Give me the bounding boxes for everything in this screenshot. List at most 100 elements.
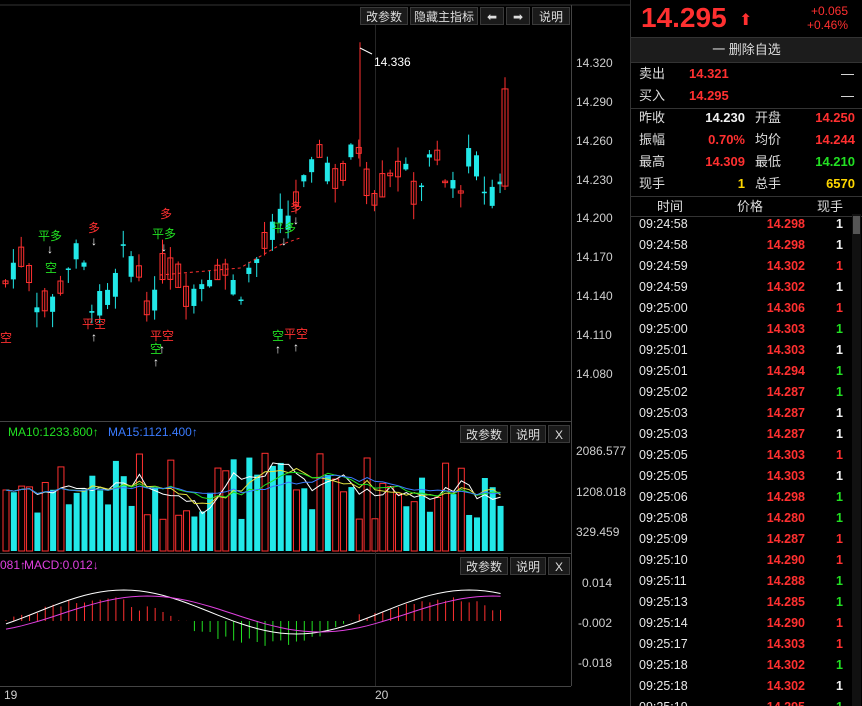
trade-signal-label: 空 ↑ — [150, 343, 162, 369]
tick-time: 09:25:11 — [639, 574, 687, 588]
tick-row: 09:25:11 14.288 1 — [631, 571, 851, 592]
volume-change-params-button[interactable]: 改参数 — [460, 425, 508, 443]
avg-value: 14.244 — [815, 132, 855, 147]
tick-row: 09:25:02 14.287 1 — [631, 382, 851, 403]
candle-body — [73, 243, 79, 260]
tick-row: 09:25:05 14.303 1 — [631, 466, 851, 487]
volume-bar — [26, 486, 34, 552]
volume-bar — [332, 478, 340, 552]
volume-bar — [18, 485, 26, 552]
volume-bar — [316, 453, 324, 552]
current-volume-value: 1 — [737, 176, 745, 191]
tick-row: 09:24:58 14.298 1 — [631, 214, 851, 235]
y-tick-label: 14.320 — [576, 56, 613, 70]
tick-price: 14.303 — [766, 637, 805, 651]
signal-text: 多 — [160, 207, 173, 221]
candle-body — [238, 299, 244, 302]
tick-time: 09:25:19 — [639, 697, 688, 706]
candle-body — [152, 289, 158, 311]
tick-price: 14.288 — [766, 574, 805, 588]
total-volume-value: 6570 — [826, 176, 855, 191]
macd-change-params-button[interactable]: 改参数 — [460, 557, 508, 575]
stats-row-4: 现手 1 总手 6570 — [639, 173, 858, 195]
avg-label: 均价 — [755, 132, 782, 147]
volume-bar — [292, 489, 300, 552]
tick-price: 14.302 — [766, 658, 805, 672]
chart-area[interactable]: 改参数 隐藏主指标 ⬅ ➡ 说明 14.320 14.290 14.260 14… — [0, 0, 630, 706]
candle-body — [128, 256, 134, 277]
volume-bar — [105, 504, 112, 551]
high-value: 14.309 — [705, 154, 745, 169]
tick-row: 09:25:19 14.2951 — [631, 697, 851, 706]
tick-time: 09:25:01 — [639, 364, 688, 378]
tick-volume: 1 — [807, 697, 843, 706]
macd-close-button[interactable]: X — [548, 557, 570, 575]
volume-close-button[interactable]: X — [548, 425, 570, 443]
candle-body — [112, 272, 118, 297]
tick-price: 14.302 — [766, 280, 805, 294]
tick-price: 14.280 — [766, 511, 805, 525]
tick-time: 09:25:18 — [639, 679, 688, 693]
tick-volume: 1 — [836, 511, 843, 525]
stats-row-3: 最高 14.309 最低 14.210 — [639, 151, 858, 173]
signal-arrow-icon: ↑ — [275, 342, 281, 356]
volume-bar — [135, 453, 143, 552]
signal-arrow-icon: ↓ — [161, 240, 167, 254]
scroll-left-button[interactable]: ⬅ — [480, 7, 504, 25]
tick-volume: 1 — [836, 448, 843, 462]
ticks-scrollbar[interactable] — [852, 214, 861, 706]
tick-time: 09:24:58 — [639, 217, 688, 231]
last-price: 14.295 — [641, 2, 727, 33]
volume-bar — [489, 487, 496, 551]
volume-bar — [324, 474, 331, 551]
volume-bar — [403, 506, 410, 551]
volume-bar — [65, 504, 72, 551]
tick-volume: 1 — [836, 469, 843, 483]
chart-canvas[interactable] — [0, 0, 630, 706]
ma10-legend: MA10:1233.800↑ — [8, 425, 99, 439]
volume-bar — [152, 488, 159, 551]
volume-bar — [191, 516, 198, 551]
candle-body — [324, 162, 330, 182]
volume-bar — [254, 474, 261, 551]
help-button[interactable]: 说明 — [532, 7, 570, 25]
tick-price: 14.306 — [766, 301, 805, 315]
hide-main-indicator-button[interactable]: 隐藏主指标 — [410, 7, 478, 25]
volume-bar — [387, 486, 395, 552]
tick-price: 14.295 — [729, 697, 805, 706]
macd-series — [5, 589, 502, 646]
macd-help-button[interactable]: 说明 — [510, 557, 546, 575]
tick-price: 14.303 — [766, 469, 805, 483]
tick-price: 14.303 — [766, 322, 805, 336]
tick-row: 09:24:59 14.302 1 — [631, 277, 851, 298]
candle-body — [199, 284, 205, 290]
tick-time: 09:25:03 — [639, 406, 688, 420]
scrollbar-thumb[interactable] — [853, 216, 860, 234]
open-value: 14.250 — [815, 110, 855, 125]
volume-bar — [301, 488, 308, 551]
volume-bar — [2, 489, 10, 552]
amplitude-value: 0.70% — [708, 132, 745, 147]
macd-y-tick: -0.018 — [578, 656, 613, 670]
volume-bar — [419, 477, 426, 551]
volume-bar — [10, 492, 17, 551]
remove-watchlist-button[interactable]: 一 删除自选 — [631, 37, 862, 63]
change-params-button[interactable]: 改参数 — [360, 7, 408, 25]
signal-arrow-icon: ↑ — [293, 340, 299, 354]
scroll-right-button[interactable]: ➡ — [506, 7, 530, 25]
tick-row: 09:25:14 14.290 1 — [631, 613, 851, 634]
candle-body — [105, 289, 111, 305]
amplitude-label: 振幅 — [639, 132, 666, 147]
ticks-list[interactable]: 09:24:58 14.298 1 09:24:58 14.298 1 09:24:59 14… — [631, 214, 853, 706]
tick-price: 14.298 — [766, 490, 805, 504]
volume-bar — [481, 478, 488, 551]
tick-time: 09:25:03 — [639, 427, 688, 441]
volume-bar — [309, 509, 316, 551]
volume-bar — [112, 460, 119, 551]
volume-bar — [214, 467, 222, 552]
volume-bar — [434, 497, 442, 552]
volume-bar — [81, 489, 88, 551]
volume-help-button[interactable]: 说明 — [510, 425, 546, 443]
buy-label: 买入 — [639, 88, 666, 103]
tick-time: 09:25:05 — [639, 469, 688, 483]
